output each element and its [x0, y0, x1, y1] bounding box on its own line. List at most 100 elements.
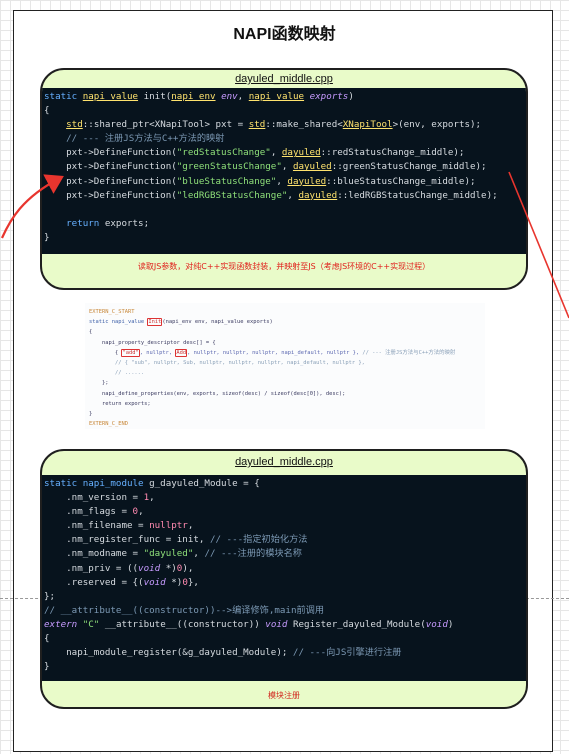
code-token: pxt->DefineFunction( [44, 147, 177, 159]
code-token: napi_property_descriptor desc[] = { [89, 339, 216, 346]
code-token: ::make_shared< [265, 119, 343, 131]
code-line: pxt->DefineFunction("redStatusChange", d… [44, 146, 524, 160]
code-line: { [44, 104, 524, 118]
code-token: // { "sub", nullptr, Sub, nullptr, nullp… [89, 360, 365, 366]
code-token: "blueStatusChange" [176, 175, 277, 187]
code-token: dayuled [281, 147, 321, 159]
code-token: void [425, 618, 448, 630]
code-line: EXTERN_C_END [89, 419, 128, 429]
code-token: exports [304, 91, 349, 102]
code-token: "greenStatusChange" [176, 161, 282, 173]
code-token: , [276, 175, 288, 187]
code-token: , [270, 147, 282, 159]
code-token: }, [187, 576, 199, 588]
code-line: napi_property_descriptor desc[] = { [89, 338, 216, 348]
code-token: // ...... [89, 370, 145, 377]
code-token: ) [348, 91, 354, 102]
code-token: (napi_env env, napi_value exports) [162, 319, 273, 326]
code-token: static [44, 91, 83, 102]
code-line: return exports; [89, 399, 151, 409]
code-token: pxt->DefineFunction( [44, 175, 177, 187]
card-module-caption: 模块注册 [268, 691, 300, 700]
code-token: .reserved = {( [44, 576, 144, 588]
code-token: void [143, 576, 166, 588]
code-token: __attribute__((constructor)) [104, 618, 266, 630]
code-token: ), [182, 562, 194, 574]
code-token: init( [138, 91, 172, 102]
code-token: ::redStatusChange_middle); [320, 147, 465, 159]
code-token: EXTERN_C_START [89, 309, 135, 315]
code-token: napi_env [171, 91, 216, 102]
code-token: }; [89, 380, 109, 387]
code-token: ) [447, 618, 454, 630]
code-line: { "add", nullptr, Add, nullptr, nullptr,… [89, 348, 455, 358]
code-token: std [66, 119, 83, 131]
code-token: Register_dayuled_Module( [292, 618, 426, 630]
code-token: ::ledRGBStatusChange_middle); [337, 189, 498, 201]
code-token: "ledRGBStatusChange" [176, 189, 288, 201]
code-token: // ---注册的模块名称 [204, 548, 302, 560]
code-token: dayuled [292, 161, 332, 173]
code-token: } [44, 661, 50, 673]
code-line: .nm_register_func = init, // ---指定初始化方法 [44, 533, 524, 547]
card-module: dayuled_middle.cpp static napi_module g_… [40, 449, 528, 709]
code-token: , nullptr, nullptr, nullptr, napi_defaul… [187, 349, 363, 356]
code-token: static napi_module [44, 478, 150, 489]
code-token: ::shared_ptr<XNapiTool> pxt = [82, 119, 249, 131]
code-token: , [149, 492, 155, 504]
code-token: .nm_modname = [44, 548, 144, 560]
code-line: .nm_priv = ((void *)0), [44, 562, 524, 576]
code-line: static napi_value Init(napi_env env, nap… [89, 317, 273, 327]
code-token: "C" [82, 618, 105, 630]
code-token: exports; [104, 217, 150, 229]
code-token: std [248, 119, 266, 131]
code-line: pxt->DefineFunction("ledRGBStatusChange"… [44, 189, 524, 203]
code-token: static napi_value [89, 319, 148, 326]
code-line: } [44, 660, 524, 674]
code-line: EXTERN_C_START [89, 307, 134, 317]
code-token: void [138, 562, 161, 574]
code-line: { [89, 327, 92, 337]
code-token: } [89, 411, 93, 417]
code-line: napi_module_register(&g_dayuled_Module);… [44, 646, 524, 660]
code-token: napi_value [248, 91, 305, 102]
code-token: .nm_filename = [44, 520, 150, 532]
code-token: // --- 注册JS方法与C++方法的映射 [44, 133, 225, 145]
code-line: pxt->DefineFunction("greenStatusChange",… [44, 160, 524, 174]
code-token: env [215, 91, 238, 102]
code-token: pxt->DefineFunction( [44, 161, 177, 173]
card-init: dayuled_middle.cpp static napi_value ini… [40, 68, 528, 290]
code-token: , [237, 91, 249, 102]
code-token: ::greenStatusChange_middle); [331, 161, 487, 173]
code-line: // ...... [89, 368, 144, 378]
code-line: { [44, 632, 524, 646]
code-token: { [89, 329, 93, 336]
code-line: extern "C" __attribute__((constructor)) … [44, 618, 524, 632]
code-token: dayuled [298, 189, 338, 201]
code-token: napi_define_properties(env, exports, siz… [89, 390, 346, 397]
code-token: , [287, 189, 299, 201]
code-token: .nm_flags = [44, 506, 133, 518]
page-title: NAPI函数映射 [233, 26, 336, 43]
code-line: } [89, 409, 92, 419]
code-token: , [138, 506, 144, 518]
code-token: }; [44, 590, 56, 602]
code-token: EXTERN_C_END [89, 421, 128, 428]
code-token: >(env, exports); [392, 119, 482, 131]
code-token: g_dayuled_Module = { [149, 478, 260, 489]
code-token: } [44, 231, 50, 243]
code-line: static napi_value init(napi_env env, nap… [44, 90, 524, 104]
code-line: std::shared_ptr<XNapiTool> pxt = std::ma… [44, 118, 524, 132]
code-line: // --- 注册JS方法与C++方法的映射 [44, 132, 524, 146]
code-token: void [265, 618, 293, 630]
code-token: .nm_version = [44, 492, 144, 504]
code-line: // __attribute__((constructor))-->编译修饰,m… [44, 604, 524, 618]
code-line: }; [89, 378, 109, 388]
code-token: Add [175, 348, 188, 357]
code-token: "add" [121, 348, 140, 357]
code-line: return exports; [44, 217, 524, 231]
code-line: pxt->DefineFunction("blueStatusChange", … [44, 175, 524, 189]
code-token: *) [160, 562, 177, 574]
code-line: static napi_module g_dayuled_Module = { [44, 477, 524, 491]
